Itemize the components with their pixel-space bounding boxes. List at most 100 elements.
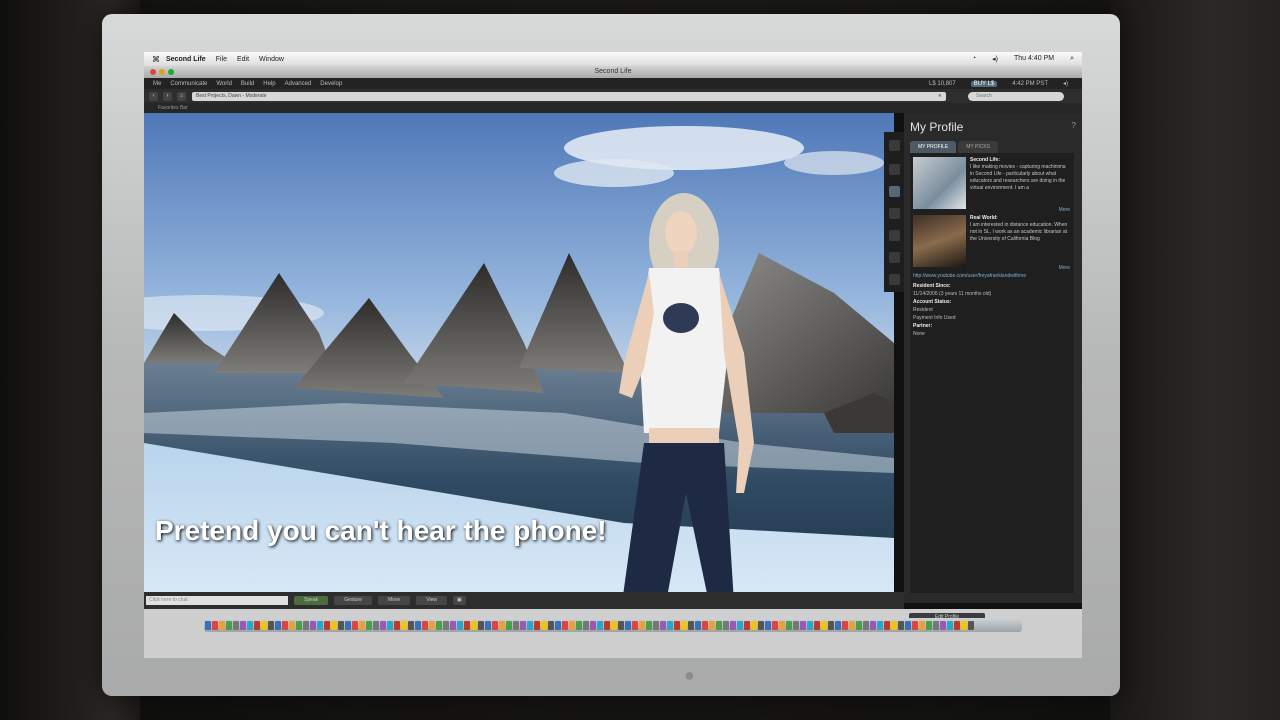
dock-app-icon[interactable]	[954, 620, 960, 630]
dock-app-icon[interactable]	[555, 620, 561, 630]
volume-icon[interactable]: ◂)	[992, 55, 998, 63]
dock-app-icon[interactable]	[583, 620, 589, 630]
dock-app-icon[interactable]	[226, 620, 232, 630]
dock-app-icon[interactable]	[695, 620, 701, 630]
dock-app-icon[interactable]	[807, 620, 813, 630]
search-input[interactable]: Search	[968, 91, 1064, 101]
sidebar-home-icon[interactable]	[889, 164, 900, 175]
dock-app-icon[interactable]	[254, 620, 260, 630]
dock-app-icon[interactable]	[422, 620, 428, 630]
dock-app-icon[interactable]	[632, 620, 638, 630]
dock-app-icon[interactable]	[317, 620, 323, 630]
chat-input[interactable]: Click here to chat	[146, 596, 288, 605]
dock-app-icon[interactable]	[625, 620, 631, 630]
dock-app-icon[interactable]	[709, 620, 715, 630]
dock-app-icon[interactable]	[688, 620, 694, 630]
dock-app-icon[interactable]	[779, 620, 785, 630]
dock-app-icon[interactable]	[940, 620, 946, 630]
dock-app-icon[interactable]	[506, 620, 512, 630]
sidebar-me-icon[interactable]	[889, 186, 900, 197]
dock-app-icon[interactable]	[765, 620, 771, 630]
more-link[interactable]: More	[1059, 265, 1070, 272]
view-button[interactable]: View	[416, 596, 447, 605]
back-button[interactable]: ‹	[149, 91, 158, 101]
sl-menu-communicate[interactable]: Communicate	[170, 81, 207, 87]
dock-app-icon[interactable]	[548, 620, 554, 630]
apple-menu-icon[interactable]: ⌘	[152, 55, 160, 64]
dock-app-icon[interactable]	[541, 620, 547, 630]
volume-icon[interactable]: ◂)	[1063, 80, 1068, 87]
dock-app-icon[interactable]	[205, 620, 211, 630]
sidebar-collapse-icon[interactable]	[889, 140, 900, 151]
dock-app-icon[interactable]	[345, 620, 351, 630]
dock-app-icon[interactable]	[289, 620, 295, 630]
sidebar-places-icon[interactable]	[889, 230, 900, 241]
dock-app-icon[interactable]	[961, 620, 967, 630]
sidebar-people-icon[interactable]	[889, 208, 900, 219]
dock-app-icon[interactable]	[842, 620, 848, 630]
dock-app-icon[interactable]	[590, 620, 596, 630]
dock-app-icon[interactable]	[947, 620, 953, 630]
zoom-window-button[interactable]	[168, 69, 174, 75]
dock-app-icon[interactable]	[667, 620, 673, 630]
favorite-star-icon[interactable]: ★	[938, 92, 942, 101]
dock-app-icon[interactable]	[905, 620, 911, 630]
dock-app-icon[interactable]	[499, 620, 505, 630]
sl-menu-help[interactable]: Help	[263, 81, 275, 87]
dock-app-icon[interactable]	[576, 620, 582, 630]
dock-app-icon[interactable]	[702, 620, 708, 630]
spotlight-icon[interactable]: ⌕	[1070, 55, 1074, 63]
dock-app-icon[interactable]	[870, 620, 876, 630]
dock-app-icon[interactable]	[492, 620, 498, 630]
dock-app-icon[interactable]	[401, 620, 407, 630]
dock-app-icon[interactable]	[891, 620, 897, 630]
move-button[interactable]: Move	[377, 596, 411, 605]
dock-app-icon[interactable]	[394, 620, 400, 630]
dock-app-icon[interactable]	[359, 620, 365, 630]
dock-app-icon[interactable]	[485, 620, 491, 630]
dock-app-icon[interactable]	[415, 620, 421, 630]
sl-menu-world[interactable]: World	[216, 81, 232, 87]
dock-app-icon[interactable]	[597, 620, 603, 630]
dock-app-icon[interactable]	[471, 620, 477, 630]
dock-app-icon[interactable]	[247, 620, 253, 630]
dock-app-icon[interactable]	[233, 620, 239, 630]
dock-app-icon[interactable]	[681, 620, 687, 630]
tab-my-picks[interactable]: MY PICKS	[958, 141, 999, 153]
dock-app-icon[interactable]	[429, 620, 435, 630]
help-icon[interactable]: ?	[1072, 121, 1076, 130]
dock-app-icon[interactable]	[373, 620, 379, 630]
dock-app-icon[interactable]	[527, 620, 533, 630]
dock-app-icon[interactable]	[968, 620, 974, 630]
snapshot-icon[interactable]: ▣	[452, 596, 466, 605]
dock-app-icon[interactable]	[800, 620, 806, 630]
dock-app-icon[interactable]	[303, 620, 309, 630]
dock-app-icon[interactable]	[758, 620, 764, 630]
dock-app-icon[interactable]	[737, 620, 743, 630]
dock-app-icon[interactable]	[534, 620, 540, 630]
sidebar-inventory-icon[interactable]	[889, 252, 900, 263]
dock-app-icon[interactable]	[450, 620, 456, 630]
dock-app-icon[interactable]	[849, 620, 855, 630]
dock-app-icon[interactable]	[653, 620, 659, 630]
dock-app-icon[interactable]	[618, 620, 624, 630]
dock-app-icon[interactable]	[443, 620, 449, 630]
close-window-button[interactable]	[150, 69, 156, 75]
forward-button[interactable]: ›	[163, 91, 172, 101]
dock-app-icon[interactable]	[744, 620, 750, 630]
dock-app-icon[interactable]	[331, 620, 337, 630]
dock-app-icon[interactable]	[919, 620, 925, 630]
dock-app-icon[interactable]	[310, 620, 316, 630]
sl-menu-build[interactable]: Build	[241, 81, 254, 87]
dock-app-icon[interactable]	[408, 620, 414, 630]
dock-app-icon[interactable]	[730, 620, 736, 630]
dock-app-icon[interactable]	[772, 620, 778, 630]
dock-app-icon[interactable]	[674, 620, 680, 630]
dock-app-icon[interactable]	[814, 620, 820, 630]
dock-app-icon[interactable]	[366, 620, 372, 630]
dock-app-icon[interactable]	[520, 620, 526, 630]
dock-app-icon[interactable]	[884, 620, 890, 630]
dock-app-icon[interactable]	[821, 620, 827, 630]
dock-app-icon[interactable]	[751, 620, 757, 630]
dock-app-icon[interactable]	[387, 620, 393, 630]
